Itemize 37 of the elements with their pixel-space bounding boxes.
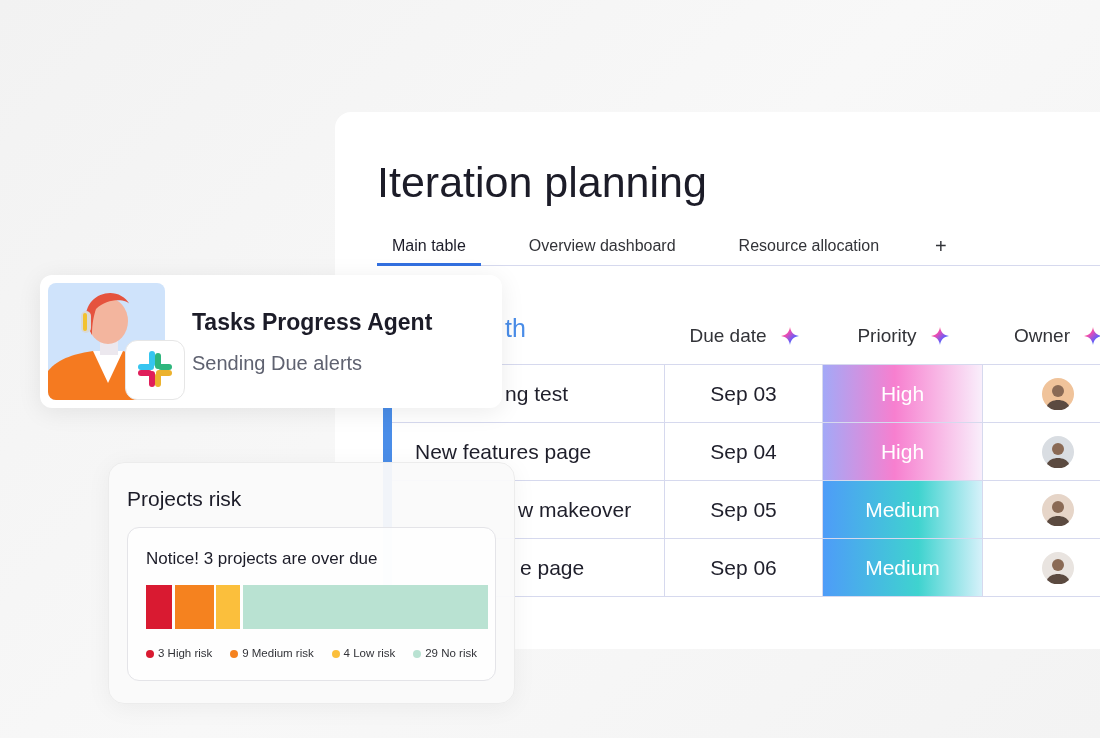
task-name: e page [520, 554, 585, 581]
sparkle-icon [930, 327, 949, 345]
legend-label: 3 High risk [158, 646, 213, 661]
legend-label: 29 No risk [425, 646, 477, 661]
risk-title: Projects risk [127, 486, 242, 512]
tab[interactable]: Main table [377, 236, 481, 266]
due-date: Sep 06 [710, 554, 777, 581]
notice-text: Notice! 3 projects are over due [146, 547, 378, 570]
avatar-icon [1042, 493, 1074, 526]
due-date: Sep 05 [710, 496, 777, 523]
task-name: New features page [415, 438, 592, 465]
add-tab-button[interactable]: + [927, 235, 955, 265]
tab[interactable]: Resource allocation [723, 236, 895, 266]
avatar-icon [1042, 377, 1074, 410]
sparkle-icon [780, 327, 799, 345]
priority-label: Medium [823, 539, 983, 596]
legend-label: 9 Medium risk [242, 646, 314, 661]
legend-label: 4 Low risk [343, 646, 396, 661]
avatar-icon [1042, 435, 1074, 468]
column-header: Owner [1014, 323, 1070, 348]
sparkle-icon [1084, 327, 1100, 345]
board-title: Iteration planning [377, 157, 707, 208]
column-header: Due date [689, 323, 767, 348]
task-name: w makeover [518, 496, 632, 523]
task-name: ng test [505, 380, 569, 407]
priority-label: Medium [823, 481, 983, 538]
agent-status: Sending Due alerts [192, 350, 364, 376]
group-title: th [505, 313, 526, 344]
due-date: Sep 03 [710, 380, 777, 407]
agent-title: Tasks Progress Agent [192, 308, 433, 338]
tab[interactable]: Overview dashboard [513, 236, 691, 266]
due-date: Sep 04 [710, 438, 777, 465]
column-header: Priority [857, 323, 917, 348]
priority-label: High [823, 365, 983, 422]
priority-label: High [823, 423, 983, 480]
chat-app-logo-icon [125, 340, 185, 400]
avatar-icon [1042, 551, 1074, 584]
